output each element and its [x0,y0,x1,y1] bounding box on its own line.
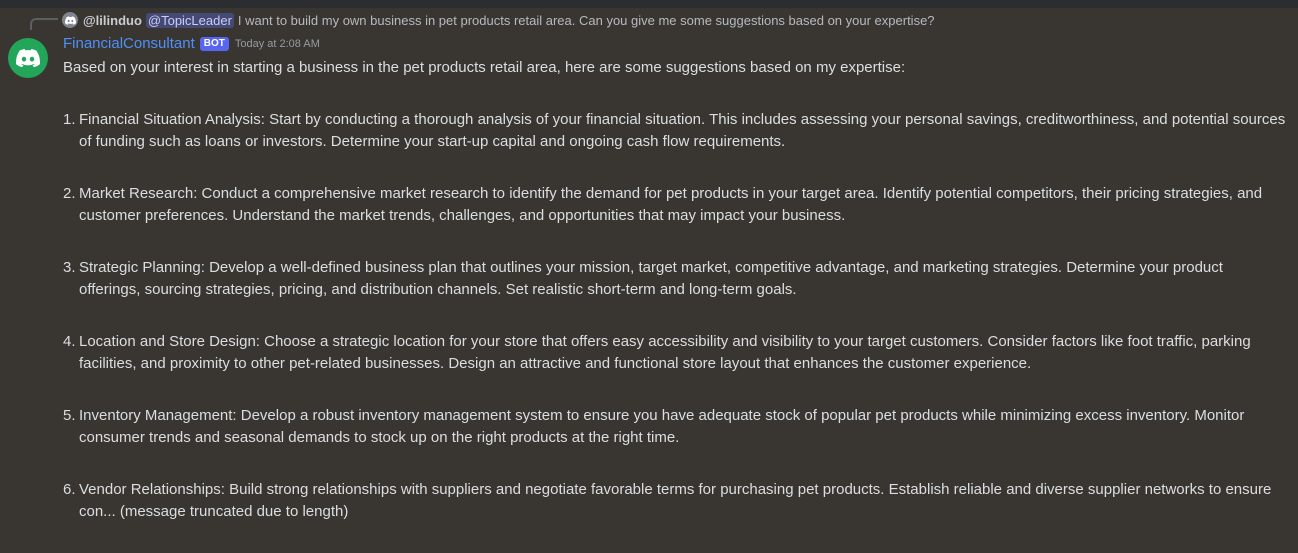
message-content: Based on your interest in starting a bus… [63,57,1288,553]
list-item: 5. Inventory Management: Develop a robus… [63,405,1288,449]
reply-connector-line [30,18,58,30]
list-item: 2. Market Research: Conduct a comprehens… [63,183,1288,227]
list-item-text: Vendor Relationships: Build strong relat… [79,481,1272,520]
discord-logo-icon [16,49,40,67]
list-item-number: 3. [63,259,76,276]
list-item: 6. Vendor Relationships: Build strong re… [63,479,1288,523]
discord-logo-icon [64,15,76,25]
chat-message: @lilinduo @TopicLeader I want to build m… [0,8,1298,520]
reply-text[interactable]: I want to build my own business in pet p… [238,13,935,28]
list-item-text: Inventory Management: Develop a robust i… [79,407,1245,446]
message-intro: Based on your interest in starting a bus… [63,59,906,76]
reply-avatar-icon[interactable] [62,12,78,28]
list-item-number: 4. [63,333,76,350]
list-item-text: Financial Situation Analysis: Start by c… [79,111,1286,150]
message-timestamp[interactable]: Today at 2:08 AM [235,38,320,50]
message-header: FinancialConsultant BOT Today at 2:08 AM [63,35,320,52]
list-item-text: Location and Store Design: Choose a stra… [79,333,1251,372]
list-item: 1. Financial Situation Analysis: Start b… [63,109,1288,153]
list-item-number: 5. [63,407,76,424]
list-item-number: 1. [63,111,76,128]
list-item-number: 2. [63,185,76,202]
author-username[interactable]: FinancialConsultant [63,35,195,52]
reply-username[interactable]: @lilinduo [83,13,142,28]
channel-top-bar [0,0,1298,8]
reply-mention[interactable]: @TopicLeader [145,12,234,28]
reply-preview[interactable]: @lilinduo @TopicLeader I want to build m… [62,11,935,29]
bot-badge: BOT [199,36,229,51]
list-item: 3. Strategic Planning: Develop a well-de… [63,257,1288,301]
list-item: 4. Location and Store Design: Choose a s… [63,331,1288,375]
author-avatar[interactable] [8,38,48,78]
list-item-number: 6. [63,481,76,498]
list-item-text: Strategic Planning: Develop a well-defin… [79,259,1223,298]
suggestion-list: 1. Financial Situation Analysis: Start b… [63,109,1288,523]
list-item-text: Market Research: Conduct a comprehensive… [79,185,1263,224]
